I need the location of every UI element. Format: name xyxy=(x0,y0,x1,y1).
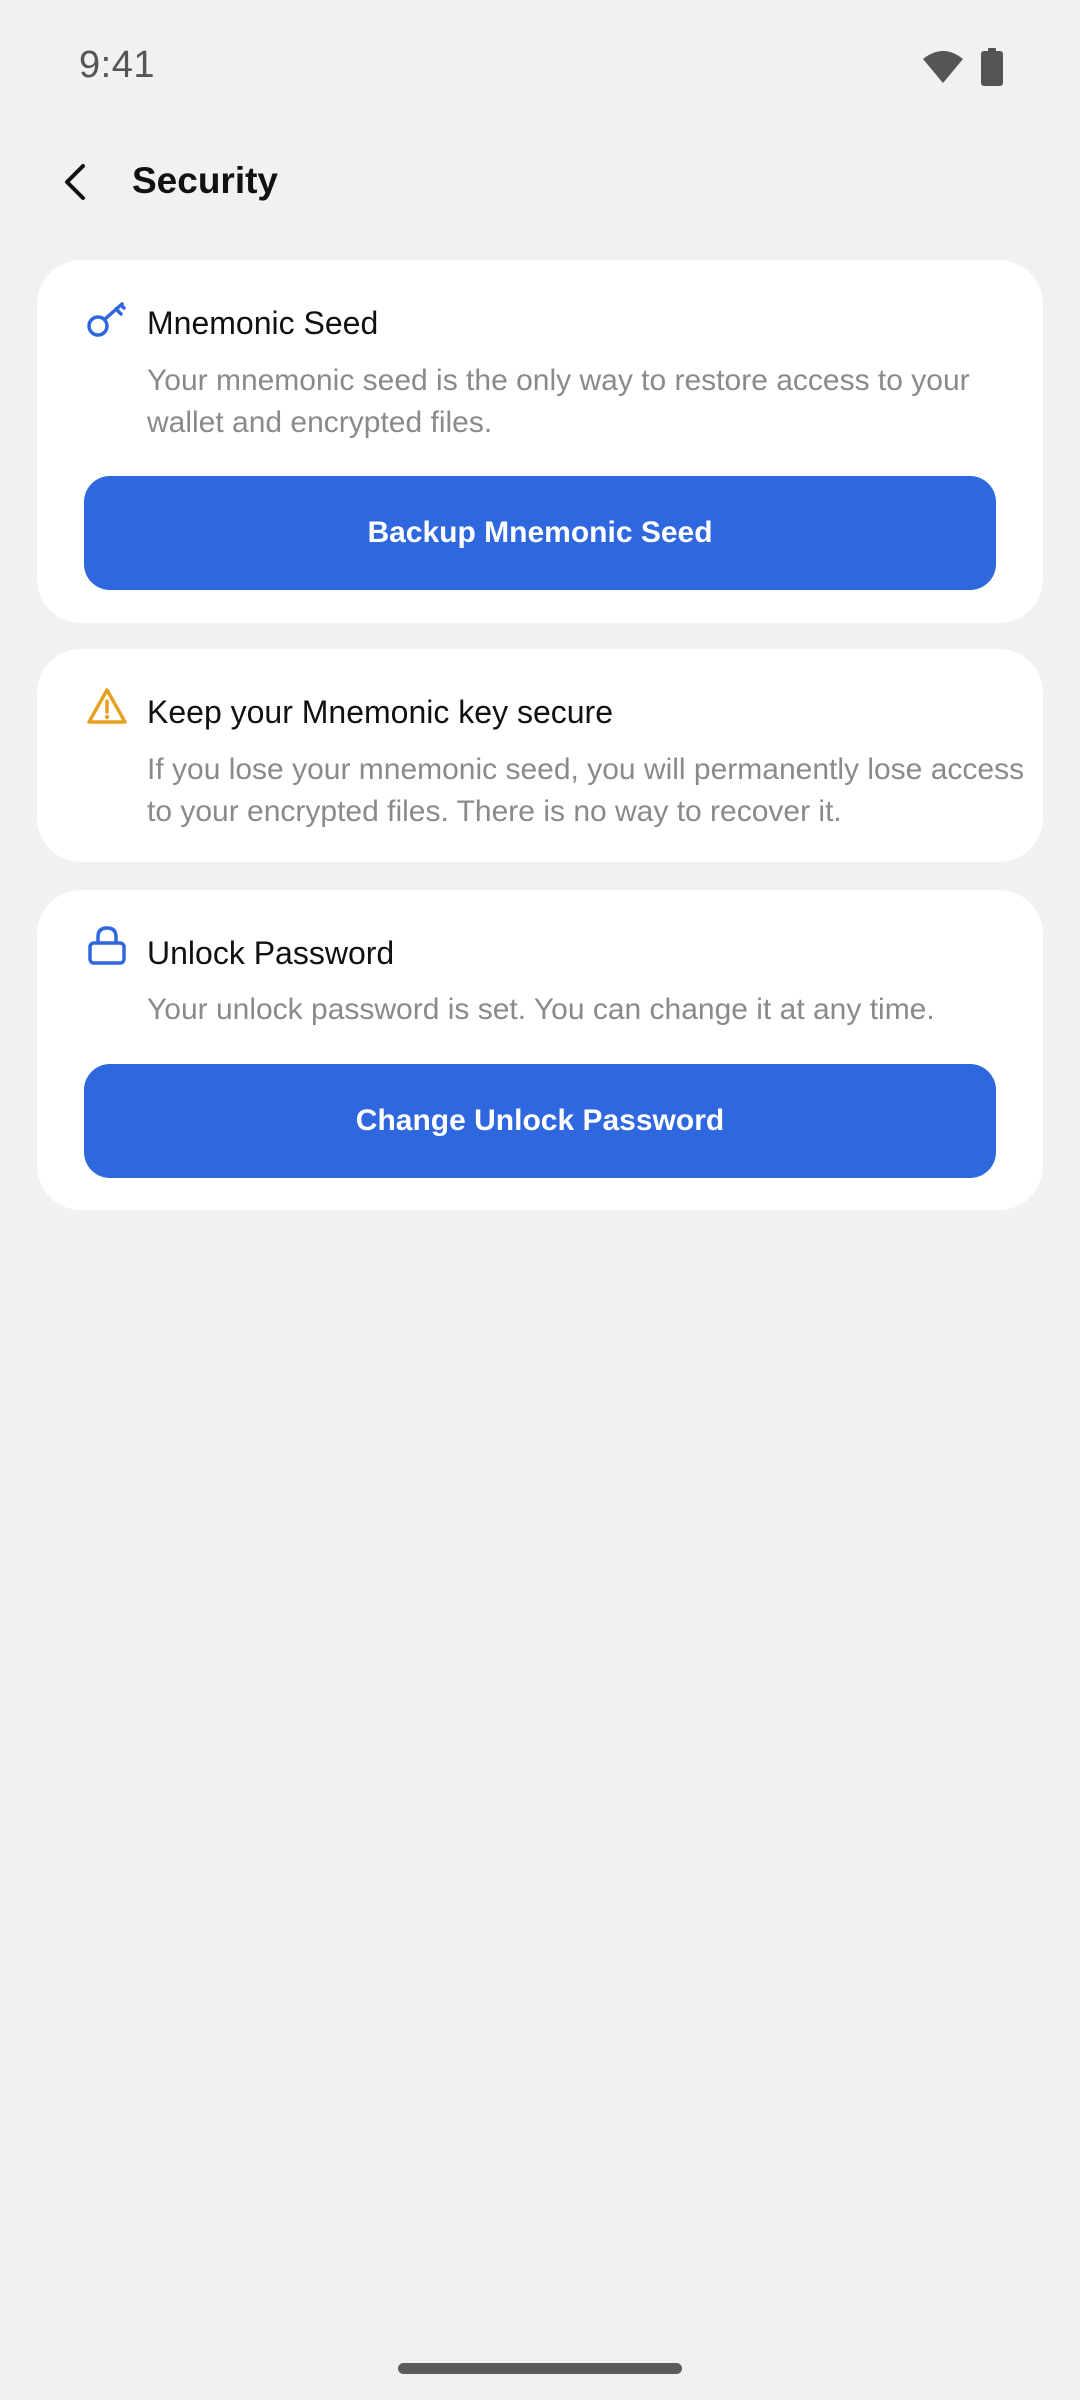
status-icons xyxy=(921,48,1003,91)
warning-icon xyxy=(85,685,129,729)
chevron-left-icon xyxy=(61,163,91,206)
wifi-icon xyxy=(921,49,965,90)
card-description: Your mnemonic seed is the only way to re… xyxy=(147,364,970,439)
card-description: If you lose your mnemonic seed, you will… xyxy=(147,753,1025,828)
mnemonic-warning-card: Keep your Mnemonic key secure If you los… xyxy=(37,649,1043,862)
mnemonic-seed-card: Mnemonic Seed Your mnemonic seed is the … xyxy=(37,260,1043,623)
battery-icon xyxy=(981,48,1003,91)
key-icon xyxy=(85,297,129,341)
lock-icon xyxy=(85,924,129,968)
app-bar: Security xyxy=(0,134,1080,234)
back-button[interactable] xyxy=(48,156,104,212)
change-unlock-password-button[interactable]: Change Unlock Password xyxy=(84,1064,996,1178)
card-title: Mnemonic Seed xyxy=(147,305,379,341)
page-title: Security xyxy=(132,160,279,201)
unlock-password-card: Unlock Password Your unlock password is … xyxy=(37,890,1043,1210)
card-title: Unlock Password xyxy=(147,935,395,971)
card-description: Your unlock password is set. You can cha… xyxy=(147,993,935,1026)
home-indicator[interactable] xyxy=(398,2363,682,2374)
card-title: Keep your Mnemonic key secure xyxy=(147,694,613,730)
status-time: 9:41 xyxy=(79,44,155,86)
backup-mnemonic-seed-button[interactable]: Backup Mnemonic Seed xyxy=(84,476,996,590)
status-bar: 9:41 xyxy=(0,0,1080,134)
